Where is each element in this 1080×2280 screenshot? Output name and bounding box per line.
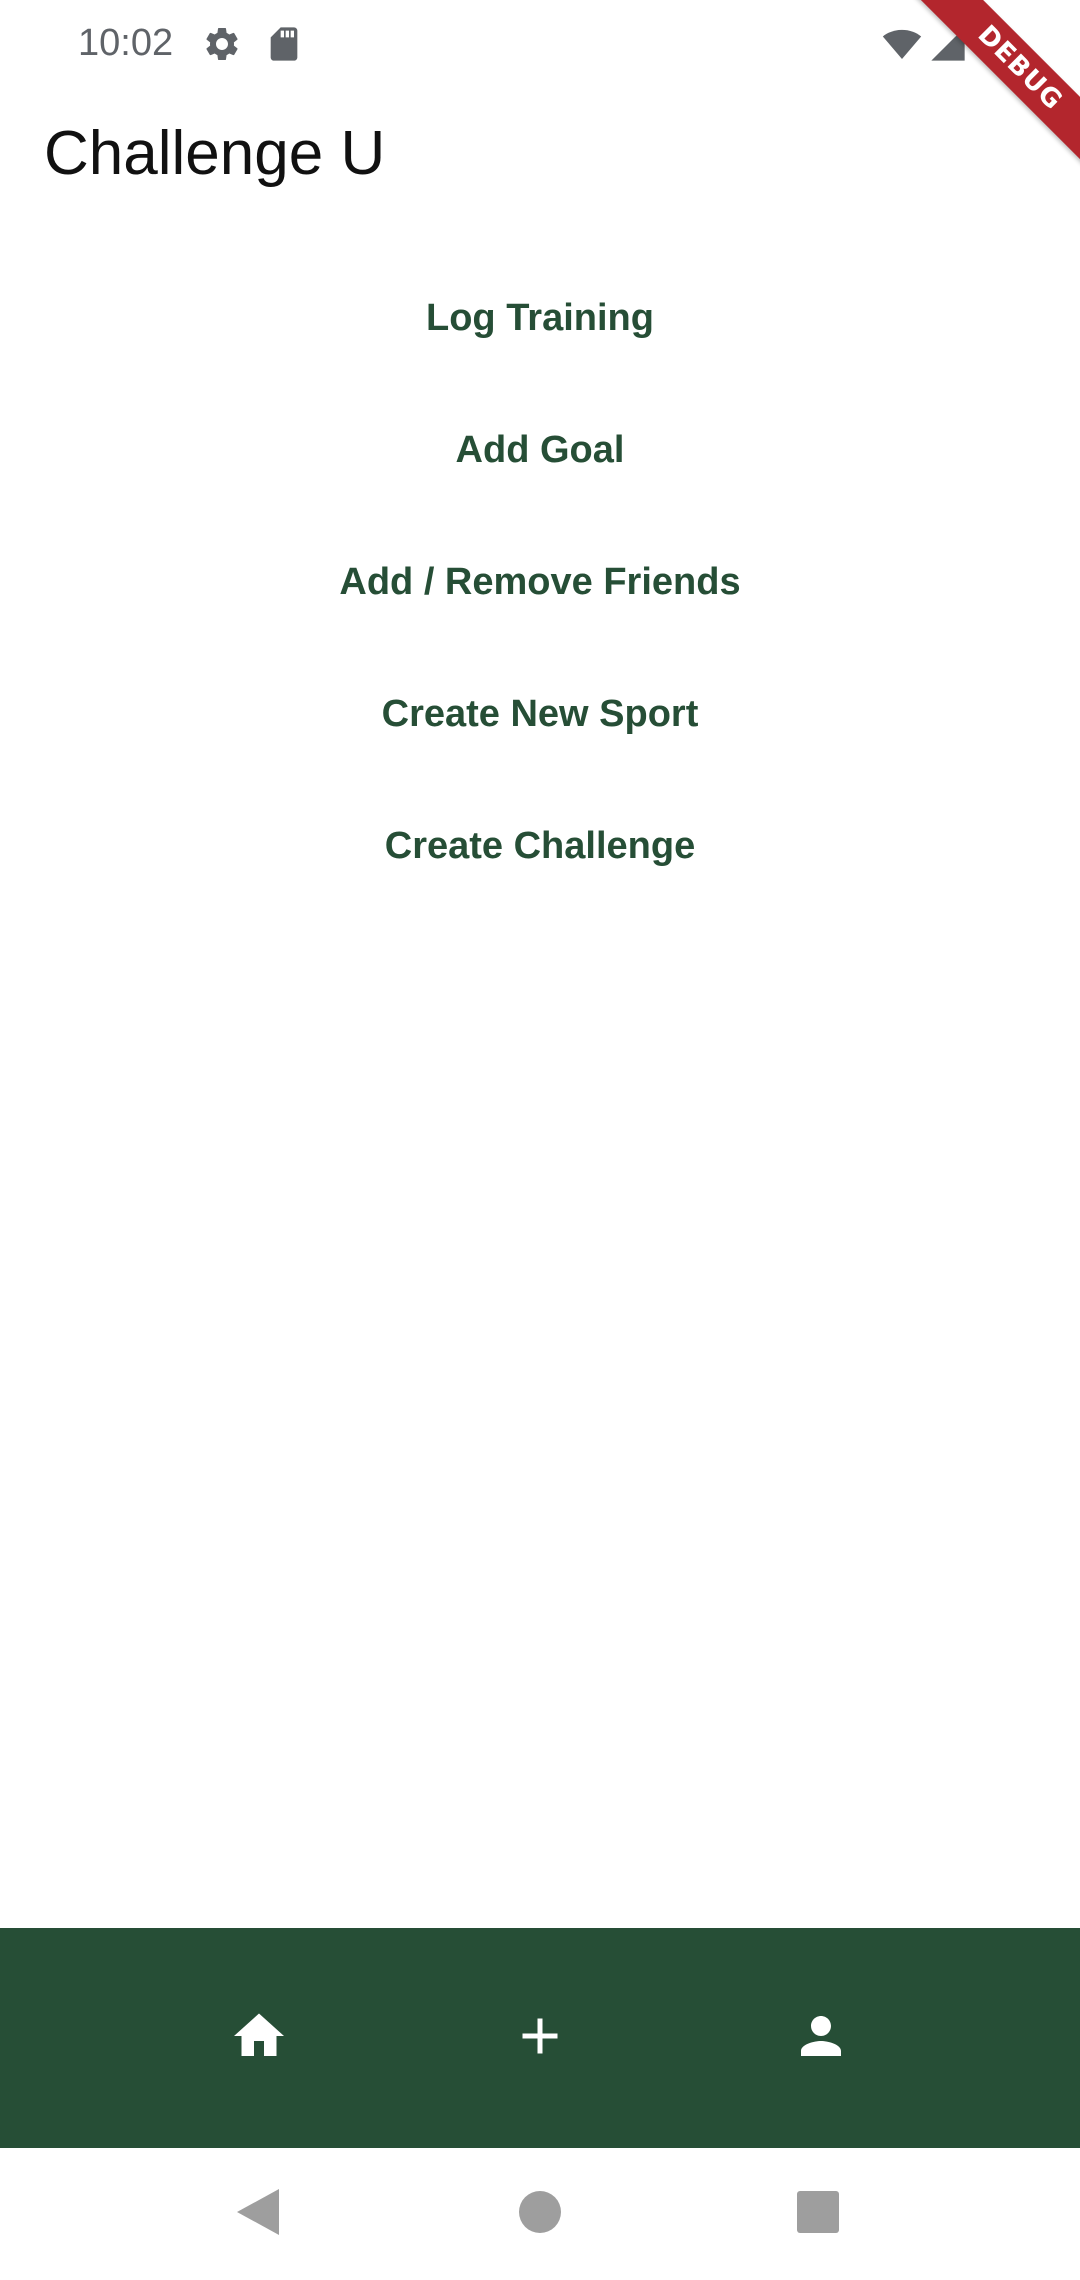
page-title: Challenge U [44, 119, 386, 188]
bottom-navigation [0, 1928, 1080, 2148]
system-navigation-bar [0, 2148, 1080, 2280]
add-icon [510, 2006, 570, 2071]
system-back-button[interactable] [222, 2178, 294, 2250]
gear-icon [202, 24, 242, 64]
nav-profile-button[interactable] [761, 1928, 881, 2148]
home-circle-icon [518, 2190, 562, 2239]
debug-banner: DEBUG [910, 0, 1080, 170]
recents-icon [797, 2190, 839, 2238]
nav-add-button[interactable] [480, 1928, 600, 2148]
add-remove-friends-button[interactable]: Add / Remove Friends [0, 516, 1080, 648]
log-training-button[interactable]: Log Training [0, 252, 1080, 384]
debug-label: DEBUG [912, 0, 1080, 170]
add-goal-button[interactable]: Add Goal [0, 384, 1080, 516]
system-recents-button[interactable] [782, 2178, 854, 2250]
action-menu: Log Training Add Goal Add / Remove Frien… [0, 252, 1080, 912]
system-home-button[interactable] [504, 2178, 576, 2250]
back-icon [235, 2187, 281, 2242]
person-icon [791, 2006, 851, 2071]
home-icon [229, 2006, 289, 2071]
status-time: 10:02 [78, 22, 174, 64]
sd-card-icon [264, 24, 304, 64]
create-new-sport-button[interactable]: Create New Sport [0, 648, 1080, 780]
create-challenge-button[interactable]: Create Challenge [0, 780, 1080, 912]
nav-home-button[interactable] [199, 1928, 319, 2148]
